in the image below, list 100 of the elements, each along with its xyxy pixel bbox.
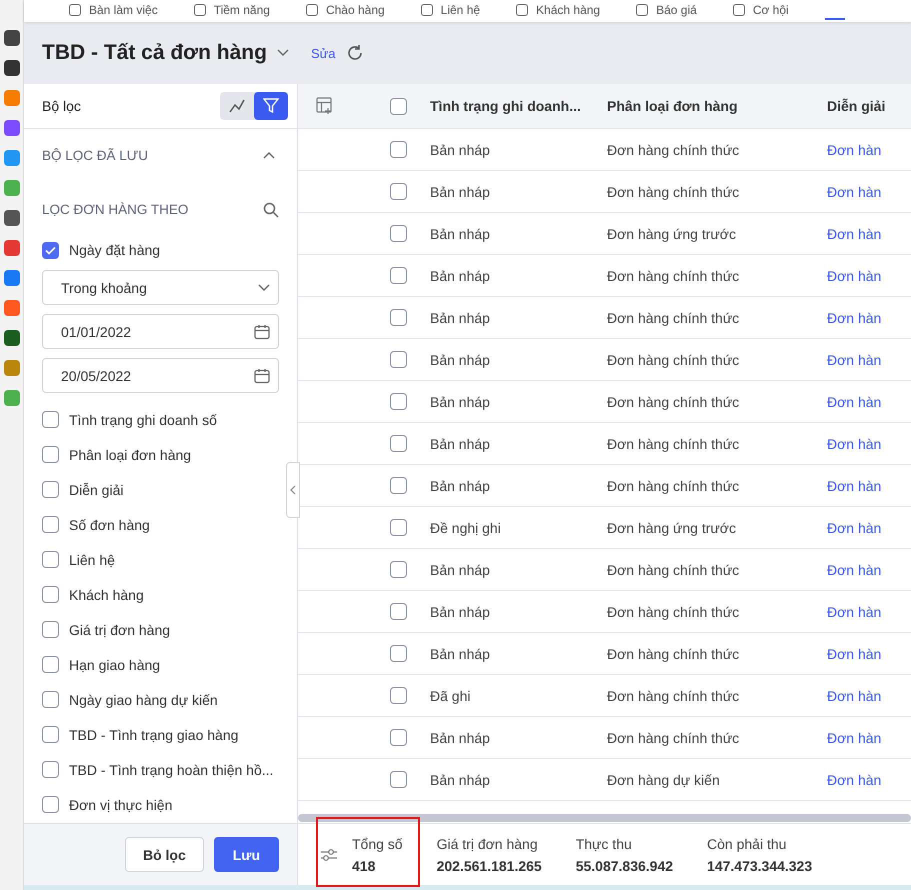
row-checkbox[interactable]: [390, 435, 407, 452]
date-field[interactable]: 01/01/2022: [42, 314, 279, 349]
condition-dropdown[interactable]: Trong khoảng: [42, 270, 279, 305]
table-link[interactable]: Đơn hàn: [808, 268, 882, 284]
checkbox[interactable]: [42, 411, 59, 428]
checkbox[interactable]: [42, 586, 59, 603]
row-checkbox[interactable]: [390, 687, 407, 704]
summary-value: 147.473.344.323: [707, 858, 812, 874]
app-icon[interactable]: [4, 30, 20, 46]
nav-tab[interactable]: Bàn làm việc: [69, 3, 158, 17]
row-checkbox[interactable]: [390, 141, 407, 158]
filter-label: Giá trị đơn hàng: [69, 622, 170, 638]
save-button[interactable]: Lưu: [214, 837, 279, 872]
chevron-down-icon: [258, 284, 270, 292]
table-cell-text: Bản nháp: [429, 394, 490, 410]
table-cell-text: Đơn hàng chính thức: [606, 310, 740, 326]
table-link[interactable]: Đơn hàn: [808, 226, 882, 242]
chevron-left-icon: [290, 485, 296, 495]
checkbox[interactable]: [42, 796, 59, 813]
table-link[interactable]: Đơn hàn: [808, 688, 882, 704]
row-checkbox[interactable]: [390, 477, 407, 494]
checkbox[interactable]: [42, 551, 59, 568]
row-checkbox[interactable]: [390, 309, 407, 326]
row-checkbox[interactable]: [390, 729, 407, 746]
filter-label: Đơn vị thực hiện: [69, 796, 172, 812]
table-link[interactable]: Đơn hàn: [808, 142, 882, 158]
app-icon[interactable]: [4, 60, 20, 76]
table-link[interactable]: Đơn hàn: [808, 520, 882, 536]
checkbox[interactable]: [42, 242, 59, 258]
table-link[interactable]: Đơn hàn: [808, 730, 882, 746]
nav-tab[interactable]: Khách hàng: [516, 3, 600, 17]
search-icon: [263, 202, 279, 218]
row-checkbox[interactable]: [390, 393, 407, 410]
row-checkbox[interactable]: [390, 225, 407, 242]
row-checkbox[interactable]: [390, 519, 407, 536]
date-input[interactable]: 20/05/2022: [61, 368, 254, 384]
column-header: Diễn giải: [826, 98, 886, 114]
date-field[interactable]: 20/05/2022: [42, 358, 279, 393]
checkbox[interactable]: [42, 761, 59, 778]
row-checkbox[interactable]: [390, 267, 407, 284]
table-cell-text: Đã ghi: [429, 688, 470, 704]
table-link[interactable]: Đơn hàn: [808, 394, 882, 410]
table-link[interactable]: Đơn hàn: [808, 352, 882, 368]
horizontal-scrollbar[interactable]: [298, 814, 911, 822]
nav-tab[interactable]: Chào hàng: [306, 3, 385, 17]
table-cell-text: Đơn hàng dự kiến: [606, 772, 720, 788]
table-cell-text: Đơn hàng chính thức: [606, 352, 740, 368]
checkbox[interactable]: [42, 726, 59, 743]
checkbox[interactable]: [42, 691, 59, 708]
column-settings-icon: [316, 97, 334, 115]
table-cell-text: Bản nháp: [429, 478, 490, 494]
table-cell-text: Bản nháp: [429, 226, 490, 242]
filter-label: Khách hàng: [69, 586, 144, 602]
table-link[interactable]: Đơn hàn: [808, 604, 882, 620]
filter-icon: [263, 98, 279, 114]
table-link[interactable]: Đơn hàn: [808, 646, 882, 662]
clear-filter-button[interactable]: Bỏ lọc: [124, 837, 204, 872]
row-checkbox[interactable]: [390, 603, 407, 620]
refresh-icon: [346, 44, 364, 62]
filter-toggle-button[interactable]: [254, 92, 288, 120]
app-icon[interactable]: [4, 330, 20, 346]
summary-label: Thực thu: [576, 836, 633, 852]
filter-label: Hạn giao hàng: [69, 656, 160, 672]
nav-tab[interactable]: Liên hệ: [420, 3, 480, 17]
checkbox[interactable]: [42, 446, 59, 463]
date-input[interactable]: 01/01/2022: [61, 324, 254, 340]
table-cell-text: Bản nháp: [429, 604, 490, 620]
table-link[interactable]: Đơn hàn: [808, 478, 882, 494]
row-checkbox[interactable]: [390, 561, 407, 578]
checkbox[interactable]: [42, 481, 59, 498]
nav-tab[interactable]: Báo giá: [636, 3, 697, 17]
column-header: Tình trạng ghi doanh...: [429, 98, 581, 114]
edit-link[interactable]: Sửa: [310, 46, 336, 60]
row-checkbox[interactable]: [390, 645, 407, 662]
table-cell-text: Bản nháp: [429, 184, 490, 200]
row-checkbox[interactable]: [390, 183, 407, 200]
table-link[interactable]: Đơn hàn: [808, 310, 882, 326]
table-cell-text: Đơn hàng chính thức: [606, 394, 740, 410]
nav-tab[interactable]: Tiềm năng: [194, 3, 270, 17]
table-cell-text: Bản nháp: [429, 562, 490, 578]
nav-tab[interactable]: Cơ hội: [732, 3, 789, 17]
table-cell-text: Đơn hàng chính thức: [606, 142, 740, 158]
row-checkbox[interactable]: [390, 771, 407, 788]
table-cell-text: Bản nháp: [429, 310, 490, 326]
summary-value: 55.087.836.942: [576, 858, 674, 874]
table-link[interactable]: Đơn hàn: [808, 436, 882, 452]
checkbox[interactable]: [42, 621, 59, 638]
section-heading: BỘ LỌC ĐÃ LƯU: [42, 148, 148, 162]
table-link[interactable]: Đơn hàn: [808, 562, 882, 578]
app-icon[interactable]: [4, 210, 20, 226]
table-link[interactable]: Đơn hàn: [808, 184, 882, 200]
select-all-checkbox[interactable]: [390, 98, 407, 114]
checkbox[interactable]: [42, 656, 59, 673]
row-checkbox[interactable]: [390, 351, 407, 368]
checkbox[interactable]: [42, 516, 59, 533]
table-link[interactable]: Đơn hàn: [808, 772, 882, 788]
table-cell-text: Bản nháp: [429, 352, 490, 368]
table-cell-text: Bản nháp: [429, 646, 490, 662]
section-heading: LỌC ĐƠN HÀNG THEO: [42, 202, 188, 217]
column-header: Phân loại đơn hàng: [606, 98, 738, 114]
